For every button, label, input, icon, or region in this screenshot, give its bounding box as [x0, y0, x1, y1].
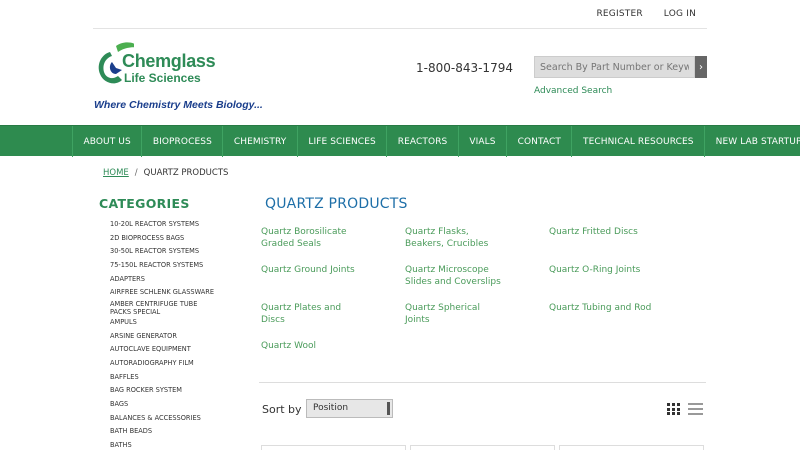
category-item[interactable]: AUTOCLAVE EQUIPMENT — [110, 343, 214, 357]
product-link-line: Slides and Coverslips — [405, 276, 501, 287]
top-divider — [93, 28, 707, 29]
product-link-line: Quartz Tubing and Rod — [549, 303, 652, 313]
toolbar-divider — [259, 382, 706, 383]
grid-view-icon[interactable] — [667, 403, 680, 415]
nav-contact[interactable]: CONTACT — [507, 126, 573, 157]
product-link-line: Quartz O-Ring Joints — [549, 265, 641, 275]
breadcrumb-home[interactable]: HOME — [103, 168, 129, 178]
product-link[interactable]: Quartz Spherical Joints — [405, 303, 480, 326]
product-link-line: Quartz Flasks, — [405, 227, 469, 237]
category-item[interactable]: BALANCES & ACCESSORIES — [110, 412, 214, 426]
category-item[interactable]: BAGS — [110, 398, 214, 412]
account-links: REGISTER LOG IN — [596, 9, 696, 19]
page: REGISTER LOG IN Chemglass Life Sciences … — [0, 0, 800, 450]
nav-new-lab-startup[interactable]: NEW LAB STARTUP — [705, 126, 800, 157]
nav-reactors[interactable]: REACTORS — [387, 126, 459, 157]
product-link[interactable]: Quartz Borosilicate Graded Seals — [261, 227, 347, 250]
product-link[interactable]: Quartz Tubing and Rod — [549, 303, 651, 315]
product-link-line: Graded Seals — [261, 238, 321, 249]
nav-bioprocess[interactable]: BIOPROCESS — [142, 126, 224, 157]
product-link[interactable]: Quartz Wool — [261, 341, 316, 353]
category-item[interactable]: AUTORADIOGRAPHY FILM — [110, 357, 214, 371]
category-item[interactable]: ARSINE GENERATOR — [110, 330, 214, 344]
category-item[interactable]: 10-20L REACTOR SYSTEMS — [110, 218, 214, 232]
category-item[interactable]: 30-50L REACTOR SYSTEMS — [110, 245, 214, 259]
product-link-line: Quartz Fritted Discs — [549, 227, 638, 237]
product-card[interactable] — [410, 445, 555, 450]
page-title: QUARTZ PRODUCTS — [265, 196, 408, 212]
product-link[interactable]: Quartz Fritted Discs — [549, 227, 638, 239]
sort-arrow-icon — [387, 402, 390, 415]
category-item[interactable]: BAFFLES — [110, 371, 214, 385]
sort-select[interactable]: Position — [306, 399, 393, 418]
category-item[interactable]: BAG ROCKER SYSTEM — [110, 384, 214, 398]
search-input[interactable] — [534, 56, 695, 78]
product-link-line: Quartz Ground Joints — [261, 265, 355, 275]
category-list: 10-20L REACTOR SYSTEMS 2D BIOPROCESS BAG… — [110, 218, 214, 450]
category-item[interactable]: AMBER CENTRIFUGE TUBE PACKS SPECIAL — [110, 300, 214, 317]
list-view-icon[interactable] — [688, 403, 703, 415]
product-link-line: Discs — [261, 314, 285, 325]
product-link-line: Joints — [405, 314, 430, 325]
product-link-line: Quartz Wool — [261, 341, 317, 351]
product-link-line: Quartz Spherical — [405, 303, 480, 313]
nav-chemistry[interactable]: CHEMISTRY — [223, 126, 298, 157]
product-link[interactable]: Quartz O-Ring Joints — [549, 265, 640, 277]
breadcrumb-current: QUARTZ PRODUCTS — [143, 168, 229, 178]
category-item[interactable]: AMPULS — [110, 316, 214, 330]
product-link[interactable]: Quartz Flasks, Beakers, Crucibles — [405, 227, 488, 250]
advanced-search-link[interactable]: Advanced Search — [534, 86, 612, 96]
logo[interactable]: Chemglass Life Sciences Where Chemistry … — [94, 40, 263, 114]
category-item[interactable]: 2D BIOPROCESS BAGS — [110, 232, 214, 246]
product-link[interactable]: Quartz Plates and Discs — [261, 303, 341, 326]
register-link[interactable]: REGISTER — [596, 9, 642, 19]
category-item[interactable]: ADAPTERS — [110, 273, 214, 287]
category-item[interactable]: BATH BEADS — [110, 425, 214, 439]
product-card[interactable] — [559, 445, 704, 450]
nav-about-us[interactable]: ABOUT US — [72, 126, 143, 157]
main-nav: ABOUT US BIOPROCESS CHEMISTRY LIFE SCIEN… — [0, 125, 800, 157]
product-link-line: Beakers, Crucibles — [405, 238, 489, 249]
product-link[interactable]: Quartz Microscope Slides and Coverslips — [405, 265, 501, 288]
logo-name: Chemglass — [122, 51, 216, 71]
phone-number: 1-800-843-1794 — [416, 61, 513, 75]
product-link-line: Quartz Microscope — [405, 265, 489, 275]
nav-life-sciences[interactable]: LIFE SCIENCES — [298, 126, 388, 157]
breadcrumb: HOME / QUARTZ PRODUCTS — [103, 168, 228, 178]
breadcrumb-separator: / — [134, 168, 138, 178]
logo-subtitle: Life Sciences — [124, 71, 201, 85]
category-item[interactable]: 75-150L REACTOR SYSTEMS — [110, 259, 214, 273]
sort-label: Sort by — [262, 403, 302, 416]
sort-select-value: Position — [313, 403, 349, 413]
search-button[interactable]: › — [695, 56, 707, 78]
category-item-label: AMBER CENTRIFUGE TUBE PACKS SPECIAL — [110, 300, 198, 317]
chevron-right-icon: › — [699, 61, 703, 73]
login-link[interactable]: LOG IN — [664, 9, 696, 19]
logo-tagline: Where Chemistry Meets Biology... — [94, 99, 263, 111]
category-item[interactable]: BATHS — [110, 439, 214, 450]
nav-technical-resources[interactable]: TECHNICAL RESOURCES — [572, 126, 706, 157]
categories-title: CATEGORIES — [99, 196, 190, 211]
product-link-line: Quartz Plates and — [261, 303, 342, 313]
product-card[interactable] — [261, 445, 406, 450]
product-link-line: Quartz Borosilicate — [261, 227, 347, 237]
category-item[interactable]: AIRFREE SCHLENK GLASSWARE — [110, 286, 214, 300]
product-link[interactable]: Quartz Ground Joints — [261, 265, 355, 277]
nav-vials[interactable]: VIALS — [459, 126, 508, 157]
